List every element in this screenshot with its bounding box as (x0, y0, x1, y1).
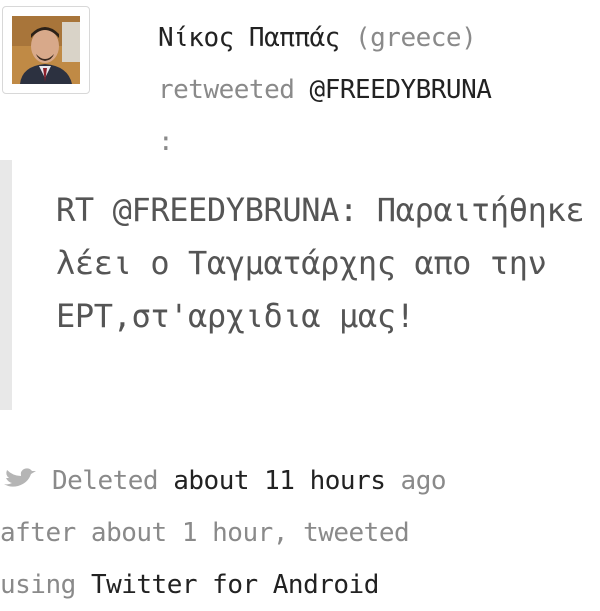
twitter-bird-icon (4, 468, 36, 487)
client-link[interactable]: Twitter for Android (91, 570, 379, 600)
avatar[interactable] (12, 16, 80, 84)
ago-label: ago (400, 466, 447, 496)
tweet-header: Νίκος Παππάς (greece) retweeted @FREEDYB… (158, 12, 598, 168)
deleted-time-link[interactable]: about 11 hours (173, 466, 386, 496)
deleted-label: Deleted (52, 466, 159, 496)
colon-separator: : (158, 127, 174, 157)
tweet-meta: Deleted about 11 hours ago after about 1… (0, 455, 600, 611)
using-label: using (0, 570, 76, 600)
tweet-text: RT @FREEDYBRUNA: Παραιτήθηκε λέει ο Ταγμ… (56, 191, 585, 335)
retweeted-label: retweeted (158, 75, 295, 105)
user-name-link[interactable]: Νίκος Παππάς (158, 23, 340, 53)
after-duration: after about 1 hour, tweeted (0, 518, 410, 548)
avatar-frame[interactable] (2, 6, 90, 94)
blockquote-bar (0, 160, 12, 410)
user-location: (greece) (355, 23, 477, 53)
original-handle-link[interactable]: @FREEDYBRUNA (310, 75, 492, 105)
